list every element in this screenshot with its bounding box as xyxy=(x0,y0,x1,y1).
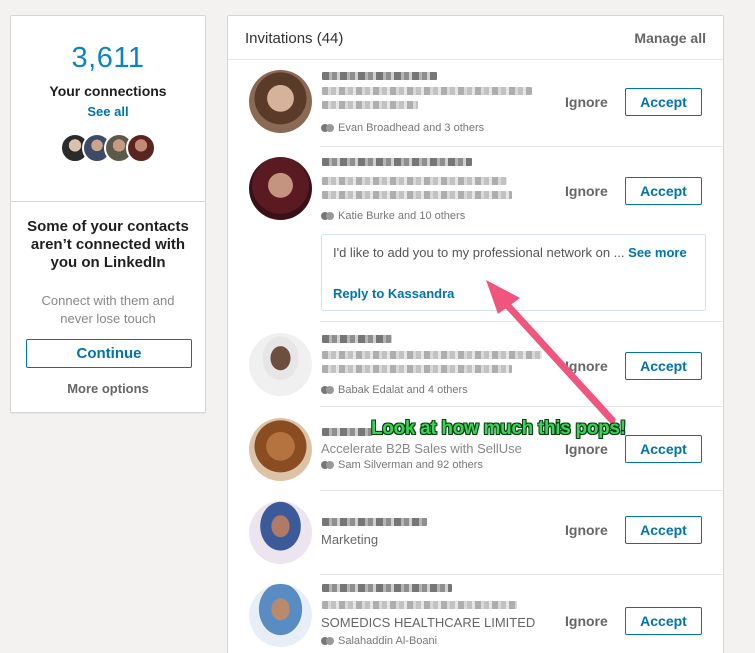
annotation-text: Look at how much this pops! xyxy=(371,418,626,439)
blurred-name xyxy=(322,158,472,166)
avatar[interactable] xyxy=(249,157,312,220)
shared-connections-icon xyxy=(321,212,334,220)
invitation-row: SOMEDICS HEALTHCARE LIMITED Salahaddin A… xyxy=(228,575,723,653)
ignore-button[interactable]: Ignore xyxy=(565,94,608,110)
accept-button[interactable]: Accept xyxy=(625,352,702,380)
shared-connections-icon xyxy=(321,124,334,132)
connections-card: 3,611 Your connections See all Some of y… xyxy=(10,15,206,413)
shared-connections: Babak Edalat and 4 others xyxy=(321,384,468,396)
blurred-headline xyxy=(322,365,512,373)
blurred-name xyxy=(322,428,372,436)
message-text: I'd like to add you to my professional n… xyxy=(333,245,687,260)
connections-label: Your connections xyxy=(49,83,167,99)
blurred-headline xyxy=(322,177,507,185)
connection-avatars xyxy=(11,133,205,167)
avatar[interactable] xyxy=(249,418,312,481)
divider xyxy=(11,201,205,202)
shared-connections: Sam Silverman and 92 others xyxy=(321,459,483,471)
invitations-title: Invitations (44) xyxy=(245,30,344,47)
blurred-name xyxy=(322,518,427,526)
blurred-headline xyxy=(322,351,542,359)
reply-link[interactable]: Reply to Kassandra xyxy=(333,286,454,301)
ignore-button[interactable]: Ignore xyxy=(565,522,608,538)
shared-connections: Evan Broadhead and 3 others xyxy=(321,122,484,134)
invitations-card: Invitations (44) Manage all Evan Broadhe… xyxy=(227,15,724,653)
ignore-button[interactable]: Ignore xyxy=(565,183,608,199)
invitation-message: I'd like to add you to my professional n… xyxy=(321,234,706,311)
accept-button[interactable]: Accept xyxy=(625,177,702,205)
accept-button[interactable]: Accept xyxy=(625,88,702,116)
accept-button[interactable]: Accept xyxy=(625,607,702,635)
shared-connections: Salahaddin Al-Boani xyxy=(321,635,437,647)
connections-count[interactable]: 3,611 xyxy=(11,42,205,75)
blurred-headline xyxy=(322,601,517,609)
blurred-name xyxy=(322,335,392,343)
headline: Accelerate B2B Sales with SellUse xyxy=(321,441,522,456)
ignore-button[interactable]: Ignore xyxy=(565,613,608,629)
avatar[interactable] xyxy=(249,584,312,647)
ignore-button[interactable]: Ignore xyxy=(565,441,608,457)
contacts-subtitle: Connect with them and never lose touch xyxy=(41,293,175,326)
headline: Marketing xyxy=(321,532,379,547)
see-more-link[interactable]: See more xyxy=(628,245,687,260)
blurred-headline xyxy=(322,191,512,199)
avatar xyxy=(126,133,156,163)
blurred-headline xyxy=(322,87,532,95)
see-all-link[interactable]: See all xyxy=(11,104,205,119)
avatar[interactable] xyxy=(249,333,312,396)
ignore-button[interactable]: Ignore xyxy=(565,358,608,374)
blurred-headline xyxy=(322,101,418,109)
accept-button[interactable]: Accept xyxy=(625,435,702,463)
manage-all-link[interactable]: Manage all xyxy=(634,30,706,46)
blurred-name xyxy=(322,72,437,80)
blurred-name xyxy=(322,584,452,592)
avatar[interactable] xyxy=(249,501,312,564)
avatar[interactable] xyxy=(249,70,312,133)
invitation-row: Marketing Ignore Accept xyxy=(228,491,723,575)
invitation-row: Babak Edalat and 4 others Ignore Accept xyxy=(228,322,723,407)
shared-connections-icon xyxy=(321,637,334,645)
shared-connections: Katie Burke and 10 others xyxy=(321,210,465,222)
accept-button[interactable]: Accept xyxy=(625,516,702,544)
continue-button[interactable]: Continue xyxy=(26,339,192,368)
invitation-row: Evan Broadhead and 3 others Ignore Accep… xyxy=(228,60,723,147)
shared-connections-icon xyxy=(321,461,334,469)
more-options-link[interactable]: More options xyxy=(11,381,205,396)
invitations-header: Invitations (44) Manage all xyxy=(228,16,723,60)
contacts-title: Some of your contacts aren’t connected w… xyxy=(27,218,189,271)
headline: SOMEDICS HEALTHCARE LIMITED xyxy=(321,615,536,630)
shared-connections-icon xyxy=(321,386,334,394)
